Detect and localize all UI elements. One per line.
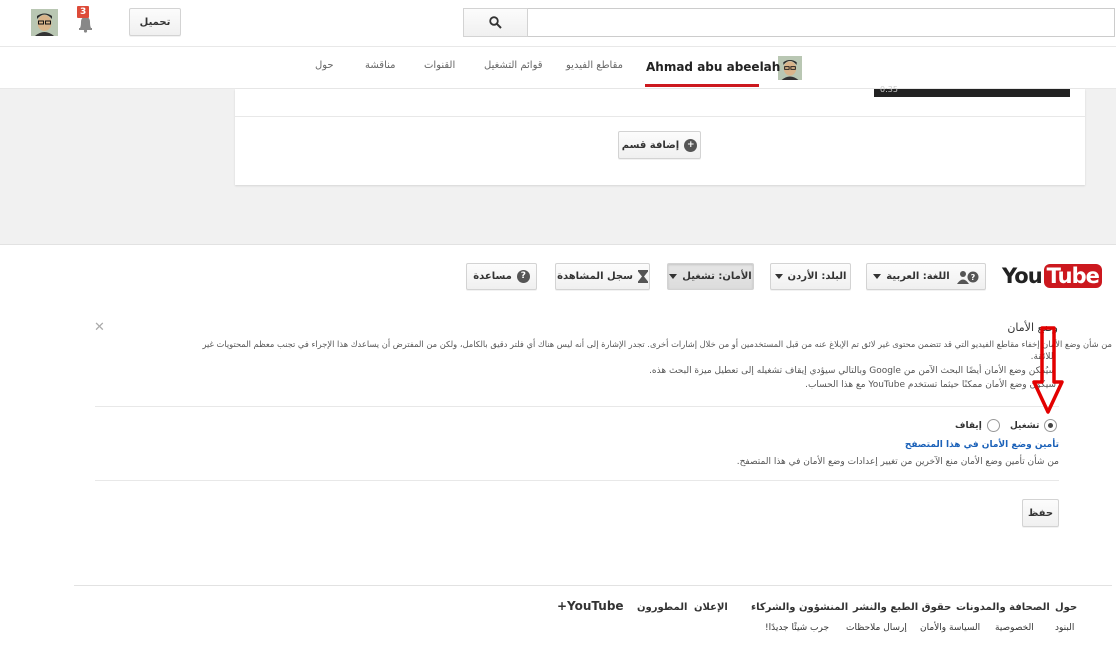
safety-button[interactable]: الأمان: تشغيل [667,263,754,290]
add-section-label: إضافة قسم [621,139,680,151]
tab-discussion[interactable]: مناقشة [365,60,395,71]
help-label: مساعدة [473,271,512,282]
footer-link-copyright[interactable]: حقوق الطبع والنشر [853,602,951,613]
country-button[interactable]: البلد: الأردن [770,263,851,290]
footer-link-press[interactable]: الصحافة والمدونات [956,602,1050,613]
search-input[interactable] [527,8,1115,37]
chevron-down-icon [873,274,882,279]
country-label: البلد: الأردن [787,271,847,282]
tab-channels[interactable]: القنوات [424,60,455,71]
safety-desc-2: سيُمكن وضع الأمان أيضًا البحث الآمن من G… [649,366,1056,376]
hourglass-icon [637,270,648,283]
panel-divider-1 [95,406,1059,407]
footer-link-privacy[interactable]: الخصوصية [995,623,1034,633]
annotation-arrow-icon [1032,326,1064,414]
logo-you: You [1002,264,1043,288]
chevron-down-icon [774,274,783,279]
search-button[interactable] [463,8,528,37]
panel-divider-2 [95,480,1059,481]
channel-avatar [778,56,802,80]
footer-link-youtube-plus[interactable]: +YouTube [557,599,624,613]
footer-link-feedback[interactable]: إرسال ملاحظات [846,623,907,633]
language-label: اللغة: العربية [886,271,950,282]
video-thumbnail[interactable]: 0:35 [874,85,1070,97]
add-circle-icon: + [684,138,698,152]
active-tab-indicator [645,84,759,87]
on-label: تشغيل [1010,420,1040,431]
safety-desc-3: سيكون وضع الأمان ممكنًا حيثما تستخدم You… [805,380,1056,390]
logo-tube: Tube [1043,264,1102,288]
avatar[interactable] [31,9,58,36]
add-section-button[interactable]: إضافة قسم + [618,131,701,159]
user-avatar-icon [31,9,58,36]
footer-link-policy[interactable]: السياسة والأمان [920,623,980,633]
radio-dot [1048,423,1054,428]
chevron-up-icon [669,274,678,279]
history-label: سجل المشاهدة [557,271,633,282]
off-label: إيقاف [955,420,982,431]
tab-channel-home[interactable]: Ahmad abu abeelah [646,60,780,74]
radio-off[interactable] [986,419,1000,432]
help-icon: ? [516,270,530,283]
youtube-logo[interactable]: You Tube [1002,261,1102,291]
language-button[interactable]: ? اللغة: العربية [866,263,986,290]
masthead: تحميل 3 [0,0,1116,47]
safety-desc-1: من شأن وضع الأمان إخفاء مقاطع الفيديو ال… [202,339,1112,349]
footer-divider [74,585,1112,586]
footer-link-terms[interactable]: البنود [1055,623,1074,633]
lock-safety-desc: من شأن تأمين وضع الأمان منع الآخرين من ت… [736,457,1059,467]
search-icon [489,16,502,29]
tab-about[interactable]: حول [315,60,334,71]
tab-videos[interactable]: مقاطع الفيديو [566,60,623,71]
card-divider [235,116,1085,117]
safety-label: الأمان: تشغيل [682,271,752,282]
svg-text:?: ? [970,273,975,282]
safety-on-option[interactable]: تشغيل [1010,419,1058,432]
footer-link-advertise[interactable]: الإعلان [694,602,728,613]
history-button[interactable]: سجل المشاهدة [555,263,650,290]
safety-off-option[interactable]: إيقاف [955,419,1000,432]
close-icon[interactable]: ✕ [94,320,105,335]
user-avatar-icon [778,56,802,80]
help-button[interactable]: ? مساعدة [466,263,537,290]
tab-playlists[interactable]: قوائم التشغيل [484,60,543,71]
people-help-icon: ? [956,270,979,284]
content-card: 0:35 إضافة قسم + [235,85,1085,185]
lock-safety-link[interactable]: تأمين وضع الأمان في هذا المتصفح [905,440,1059,450]
notifications-button[interactable]: 3 [74,6,98,34]
channel-nav: Ahmad abu abeelah [0,47,1116,89]
footer-link-try-new[interactable]: جرب شيئًا جديدًا! [765,623,829,633]
upload-label: تحميل [139,16,171,28]
save-label: حفظ [1027,507,1054,519]
footer-link-about[interactable]: حول [1055,602,1077,613]
notification-badge: 3 [77,6,90,18]
footer-link-developers[interactable]: المطورون [637,602,687,613]
video-time: 0:35 [880,85,898,94]
footer-link-creators[interactable]: المنشؤون والشركاء [751,602,848,613]
radio-on[interactable] [1044,419,1058,432]
upload-button[interactable]: تحميل [129,8,181,36]
save-button[interactable]: حفظ [1022,499,1059,527]
